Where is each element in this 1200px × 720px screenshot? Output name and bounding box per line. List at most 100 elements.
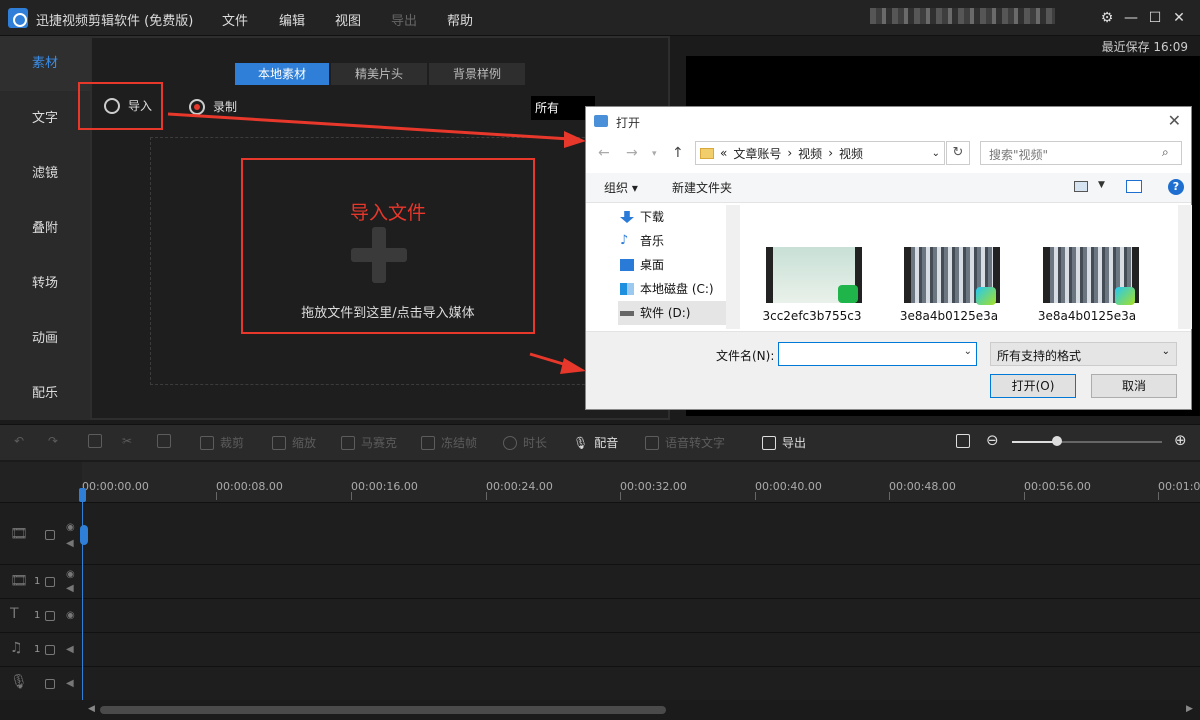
filename-input[interactable]: ⌄	[778, 342, 977, 366]
maximize-icon[interactable]: ☐	[1145, 8, 1165, 28]
crop-button[interactable]: 裁剪	[200, 434, 244, 451]
playhead[interactable]	[82, 490, 83, 700]
import-button[interactable]: 导入	[104, 97, 152, 114]
zoom-out-icon[interactable]: ⊖	[986, 431, 999, 449]
file-name[interactable]: 3e8a4b0125e3a	[894, 309, 1004, 325]
crop-icon	[200, 435, 214, 450]
main-video-track[interactable]	[0, 502, 1200, 564]
zoom-button[interactable]: 缩放	[272, 434, 316, 451]
path-segment-account[interactable]: 文章账号	[733, 145, 781, 162]
cancel-button[interactable]: 取消	[1091, 374, 1177, 398]
nav-media[interactable]: 素材	[0, 36, 90, 91]
menu-export[interactable]: 导出	[391, 10, 417, 29]
file-scrollbar[interactable]	[1178, 205, 1192, 329]
view-mode-icon[interactable]	[1074, 181, 1088, 192]
speaker-icon[interactable]: ◀	[66, 583, 74, 594]
playhead-marker[interactable]	[80, 525, 88, 545]
organize-button[interactable]: 组织 ▾	[604, 179, 638, 196]
eye-icon[interactable]: ◉	[66, 610, 75, 621]
eye-icon[interactable]: ◉	[66, 569, 75, 580]
eye-icon[interactable]: ◉	[66, 522, 75, 533]
ruler-tick: 00:00:48.00	[889, 480, 956, 493]
redo-icon[interactable]: ↷	[48, 434, 58, 448]
filename-dropdown-icon[interactable]: ⌄	[964, 346, 972, 357]
voice-track[interactable]	[0, 666, 1200, 700]
scroll-left-icon[interactable]: ◀	[88, 704, 95, 714]
minimize-icon[interactable]: —	[1121, 8, 1141, 28]
plus-icon[interactable]	[351, 227, 407, 283]
tree-item-drive-c[interactable]: 本地磁盘 (C:)	[618, 277, 738, 301]
menu-help[interactable]: 帮助	[447, 10, 473, 29]
speech-to-text-button[interactable]: 语音转文字	[645, 434, 725, 451]
nav-overlay[interactable]: 叠附	[0, 201, 90, 256]
recent-chevron-icon[interactable]: ▾	[652, 149, 657, 159]
nav-music[interactable]: 配乐	[0, 366, 90, 421]
scroll-right-icon[interactable]: ▶	[1186, 704, 1193, 714]
mosaic-button[interactable]: 马赛克	[341, 434, 397, 451]
tab-intros[interactable]: 精美片头	[331, 63, 427, 85]
path-overflow[interactable]: «	[720, 146, 727, 160]
lock-icon[interactable]	[45, 577, 55, 587]
tab-local-media[interactable]: 本地素材	[235, 63, 329, 85]
tree-scrollbar[interactable]	[726, 205, 740, 329]
edit-icon[interactable]	[88, 434, 102, 448]
file-name[interactable]: 3e8a4b0125e3a	[1032, 309, 1142, 325]
file-name[interactable]: 3cc2efc3b755c3	[757, 309, 867, 325]
lock-icon[interactable]	[45, 645, 55, 655]
dub-button[interactable]: 🎙 配音	[573, 434, 618, 451]
view-dropdown-icon[interactable]: ▼	[1098, 180, 1105, 190]
nav-filter[interactable]: 滤镜	[0, 146, 90, 201]
lock-icon[interactable]	[45, 611, 55, 621]
refresh-icon[interactable]: ↻	[946, 141, 970, 165]
file-type-select[interactable]: 所有支持的格式 ⌄	[990, 342, 1177, 366]
tree-item-drive-d[interactable]: 软件 (D:)	[618, 301, 738, 325]
lock-icon[interactable]	[45, 530, 55, 540]
export-button[interactable]: 导出	[762, 434, 806, 451]
music-track[interactable]	[0, 632, 1200, 666]
nav-text[interactable]: 文字	[0, 91, 90, 146]
dialog-close-icon[interactable]: ✕	[1168, 111, 1181, 130]
fit-icon[interactable]	[956, 434, 970, 448]
address-bar[interactable]: « 文章账号 › 视频 › 视频 ⌄	[695, 141, 945, 165]
settings-icon[interactable]: ⚙	[1097, 8, 1117, 28]
tree-item-desktop[interactable]: 桌面	[618, 253, 738, 277]
path-segment-video2[interactable]: 视频	[839, 145, 863, 162]
preview-pane-icon[interactable]	[1126, 180, 1142, 193]
close-icon[interactable]: ✕	[1169, 8, 1189, 28]
speaker-icon[interactable]: ◀	[66, 644, 74, 655]
video-track-icon: 🎞	[10, 573, 28, 589]
menu-view[interactable]: 视图	[335, 10, 361, 29]
nav-animation[interactable]: 动画	[0, 311, 90, 366]
freeze-frame-button[interactable]: 冻结帧	[421, 434, 477, 451]
menu-file[interactable]: 文件	[222, 10, 248, 29]
playhead-handle[interactable]	[79, 488, 86, 502]
duration-button[interactable]: 时长	[503, 434, 547, 451]
help-icon[interactable]: ?	[1168, 179, 1184, 195]
new-folder-button[interactable]: 新建文件夹	[672, 179, 732, 196]
nav-transition[interactable]: 转场	[0, 256, 90, 311]
tree-item-downloads[interactable]: 下载	[618, 205, 738, 229]
zoom-in-icon[interactable]: ⊕	[1174, 431, 1187, 449]
zoom-slider-handle[interactable]	[1052, 436, 1062, 446]
speaker-icon[interactable]: ◀	[66, 678, 74, 689]
back-arrow-icon[interactable]: ←	[598, 145, 610, 161]
tree-item-music[interactable]: ♪ 音乐	[618, 229, 738, 253]
delete-icon[interactable]	[157, 434, 171, 448]
up-arrow-icon[interactable]: ↑	[672, 145, 684, 161]
undo-icon[interactable]: ↶	[14, 434, 24, 448]
forward-arrow-icon[interactable]: →	[626, 145, 638, 161]
tab-backgrounds[interactable]: 背景样例	[429, 63, 525, 85]
timeline-scroll-thumb[interactable]	[100, 706, 666, 714]
text-track[interactable]	[0, 598, 1200, 632]
search-input[interactable]: 搜索"视频"	[980, 141, 1182, 165]
lock-icon[interactable]	[45, 679, 55, 689]
ruler-tick: 00:00:40.00	[755, 480, 822, 493]
record-button[interactable]: 录制	[189, 98, 237, 115]
address-dropdown-icon[interactable]: ⌄	[932, 148, 940, 159]
open-button[interactable]: 打开(O)	[990, 374, 1076, 398]
menu-edit[interactable]: 编辑	[279, 10, 305, 29]
video-track[interactable]	[0, 564, 1200, 598]
split-icon[interactable]: ✂	[122, 434, 132, 448]
speaker-icon[interactable]: ◀	[66, 538, 74, 549]
path-segment-video[interactable]: 视频	[798, 145, 822, 162]
